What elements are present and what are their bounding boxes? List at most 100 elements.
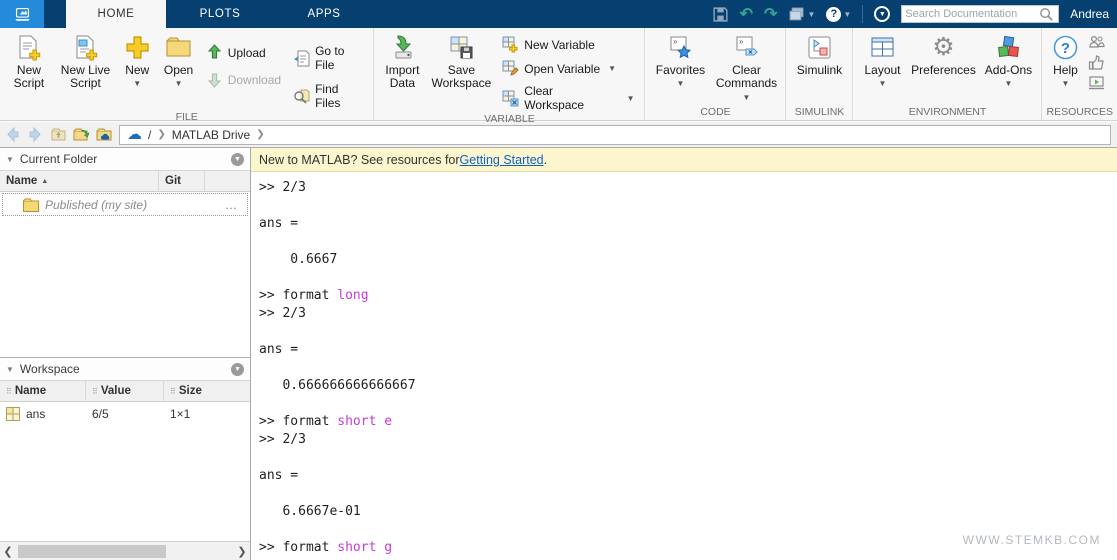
matlab-logo[interactable]: [0, 0, 44, 28]
scroll-left-icon[interactable]: ❮: [0, 545, 16, 558]
ribbon: New Script New Live Script New ▼ Open ▼ …: [0, 28, 1117, 125]
add-ons-icon: [998, 35, 1019, 57]
download-icon: [207, 73, 221, 88]
new-live-script-button[interactable]: New Live Script: [54, 30, 117, 90]
column-name[interactable]: ⠿ Name: [0, 385, 85, 397]
column-git[interactable]: Git: [159, 175, 204, 187]
browse-folder-icon[interactable]: [73, 126, 90, 143]
group-label-code: CODE: [700, 106, 731, 118]
folder-icon: [23, 198, 39, 212]
clear-commands-button[interactable]: » Clear Commands ▼: [711, 30, 781, 104]
tab-plots[interactable]: PLOTS: [168, 0, 272, 28]
column-grip-icon[interactable]: ⠿: [6, 387, 12, 396]
simulink-button[interactable]: Simulink: [790, 30, 848, 77]
clear-workspace-icon: [502, 90, 519, 106]
favorites-icon: »: [670, 36, 692, 59]
documentation-search[interactable]: [901, 5, 1060, 23]
console-line: >> format short e: [259, 414, 393, 429]
layout-button[interactable]: Layout ▼: [857, 30, 907, 88]
save-workspace-button[interactable]: Save Workspace: [426, 30, 496, 90]
scrollbar-thumb[interactable]: [18, 544, 166, 558]
column-name[interactable]: Name ▲: [0, 175, 158, 187]
workspace-row-ans[interactable]: ans 6/5 1×1: [0, 402, 250, 425]
breadcrumb-matlab-drive[interactable]: MATLAB Drive: [172, 128, 250, 142]
banner-text: New to MATLAB? See resources for: [259, 152, 460, 167]
dropdown-caret: ▼: [626, 93, 635, 103]
save-icon[interactable]: [712, 6, 729, 23]
up-one-level-icon[interactable]: [50, 126, 67, 143]
undo-icon[interactable]: ↶: [740, 4, 753, 24]
getting-started-link[interactable]: Getting Started: [460, 153, 544, 167]
user-name[interactable]: Andrea: [1070, 7, 1109, 21]
console-line: ans =: [259, 468, 299, 483]
sort-asc-icon: ▲: [41, 177, 49, 185]
breadcrumb-root[interactable]: /: [148, 128, 151, 142]
feedback-thumbs-up-icon[interactable]: [1088, 54, 1105, 71]
column-divider[interactable]: [204, 170, 205, 192]
quick-help-icon[interactable]: ? ▼: [826, 6, 852, 22]
breadcrumb[interactable]: ☁ / ❯ MATLAB Drive ❯: [119, 124, 1111, 145]
add-ons-button[interactable]: Add-Ons ▼: [979, 30, 1037, 88]
search-input[interactable]: [905, 8, 1039, 20]
console-line: >> 2/3: [259, 306, 306, 321]
forward-icon[interactable]: [27, 126, 44, 143]
group-label-resources: RESOURCES: [1046, 106, 1113, 118]
preferences-gear-icon: ⚙: [932, 33, 955, 61]
matlab-online-window: HOME PLOTS APPS ↶ ↷ ▼ ? ▼ ▼ Andrea: [0, 0, 1117, 560]
group-label-environment: ENVIRONMENT: [908, 106, 987, 118]
copy-windows-icon[interactable]: ▼: [788, 6, 815, 23]
current-folder-title: Current Folder: [19, 152, 98, 166]
panel-menu-icon[interactable]: ▼: [231, 362, 244, 376]
command-window[interactable]: >> 2/3 ans = 0.6667 >> format long >> 2/…: [251, 172, 1117, 558]
import-data-button[interactable]: Import Data: [378, 30, 426, 90]
ribbon-group-environment: Layout ▼ ⚙ Preferences Add-Ons ▼ ENVIRON…: [853, 28, 1043, 120]
favorites-button[interactable]: » Favorites ▼: [649, 30, 711, 88]
tab-home[interactable]: HOME: [66, 0, 166, 28]
learn-matlab-icon[interactable]: [1088, 74, 1105, 91]
title-bar: HOME PLOTS APPS ↶ ↷ ▼ ? ▼ ▼ Andrea: [0, 0, 1117, 28]
scroll-right-icon[interactable]: ❯: [234, 545, 250, 558]
collapse-triangle-icon[interactable]: ▼: [6, 155, 14, 164]
tab-apps[interactable]: APPS: [272, 0, 376, 28]
sidebar-horizontal-scrollbar[interactable]: ❮ ❯: [0, 541, 250, 560]
open-button[interactable]: Open ▼: [157, 30, 199, 88]
column-grip-icon[interactable]: ⠿: [170, 387, 176, 396]
folder-row-published[interactable]: Published (my site) …: [2, 193, 248, 216]
column-size[interactable]: ⠿ Size: [164, 385, 244, 397]
new-script-button[interactable]: New Script: [4, 30, 54, 90]
current-folder-header[interactable]: ▼ Current Folder ▼: [0, 148, 250, 171]
dropdown-caret: ▼: [807, 9, 816, 19]
row-more-icon[interactable]: …: [225, 198, 243, 212]
collapse-triangle-icon[interactable]: ▼: [6, 365, 14, 374]
open-folder-icon: [166, 37, 191, 57]
workspace-header[interactable]: ▼ Workspace ▼: [0, 358, 250, 381]
dropdown-caret: ▼: [843, 9, 852, 19]
redo-icon[interactable]: ↷: [764, 4, 777, 24]
command-window-pane: New to MATLAB? See resources for Getting…: [251, 148, 1117, 560]
search-icon[interactable]: [1038, 6, 1055, 23]
community-icon[interactable]: [1088, 34, 1106, 51]
cloud-folder-icon[interactable]: [96, 126, 113, 143]
go-to-file-icon: [294, 50, 310, 66]
new-button[interactable]: New ▼: [117, 30, 157, 88]
download-button[interactable]: Download: [206, 71, 281, 88]
find-files-button[interactable]: Find Files: [293, 82, 363, 110]
panel-menu-icon[interactable]: ▼: [231, 152, 244, 166]
column-grip-icon[interactable]: ⠿: [92, 387, 98, 396]
open-variable-icon: [502, 60, 520, 76]
column-value[interactable]: ⠿ Value: [86, 385, 163, 397]
toolbar-overflow-icon[interactable]: ▼: [874, 6, 891, 22]
svg-text:»: »: [673, 37, 678, 46]
back-icon[interactable]: [4, 126, 21, 143]
new-variable-button[interactable]: New Variable: [502, 36, 634, 53]
preferences-button[interactable]: ⚙ Preferences: [907, 30, 979, 77]
go-to-file-button[interactable]: Go to File: [293, 44, 363, 72]
upload-button[interactable]: Upload: [206, 44, 281, 61]
help-button[interactable]: ? Help ▼: [1046, 30, 1084, 88]
open-variable-button[interactable]: Open Variable ▼: [502, 60, 634, 77]
clear-workspace-button[interactable]: Clear Workspace ▼: [502, 84, 634, 112]
dropdown-caret: ▼: [676, 79, 685, 88]
